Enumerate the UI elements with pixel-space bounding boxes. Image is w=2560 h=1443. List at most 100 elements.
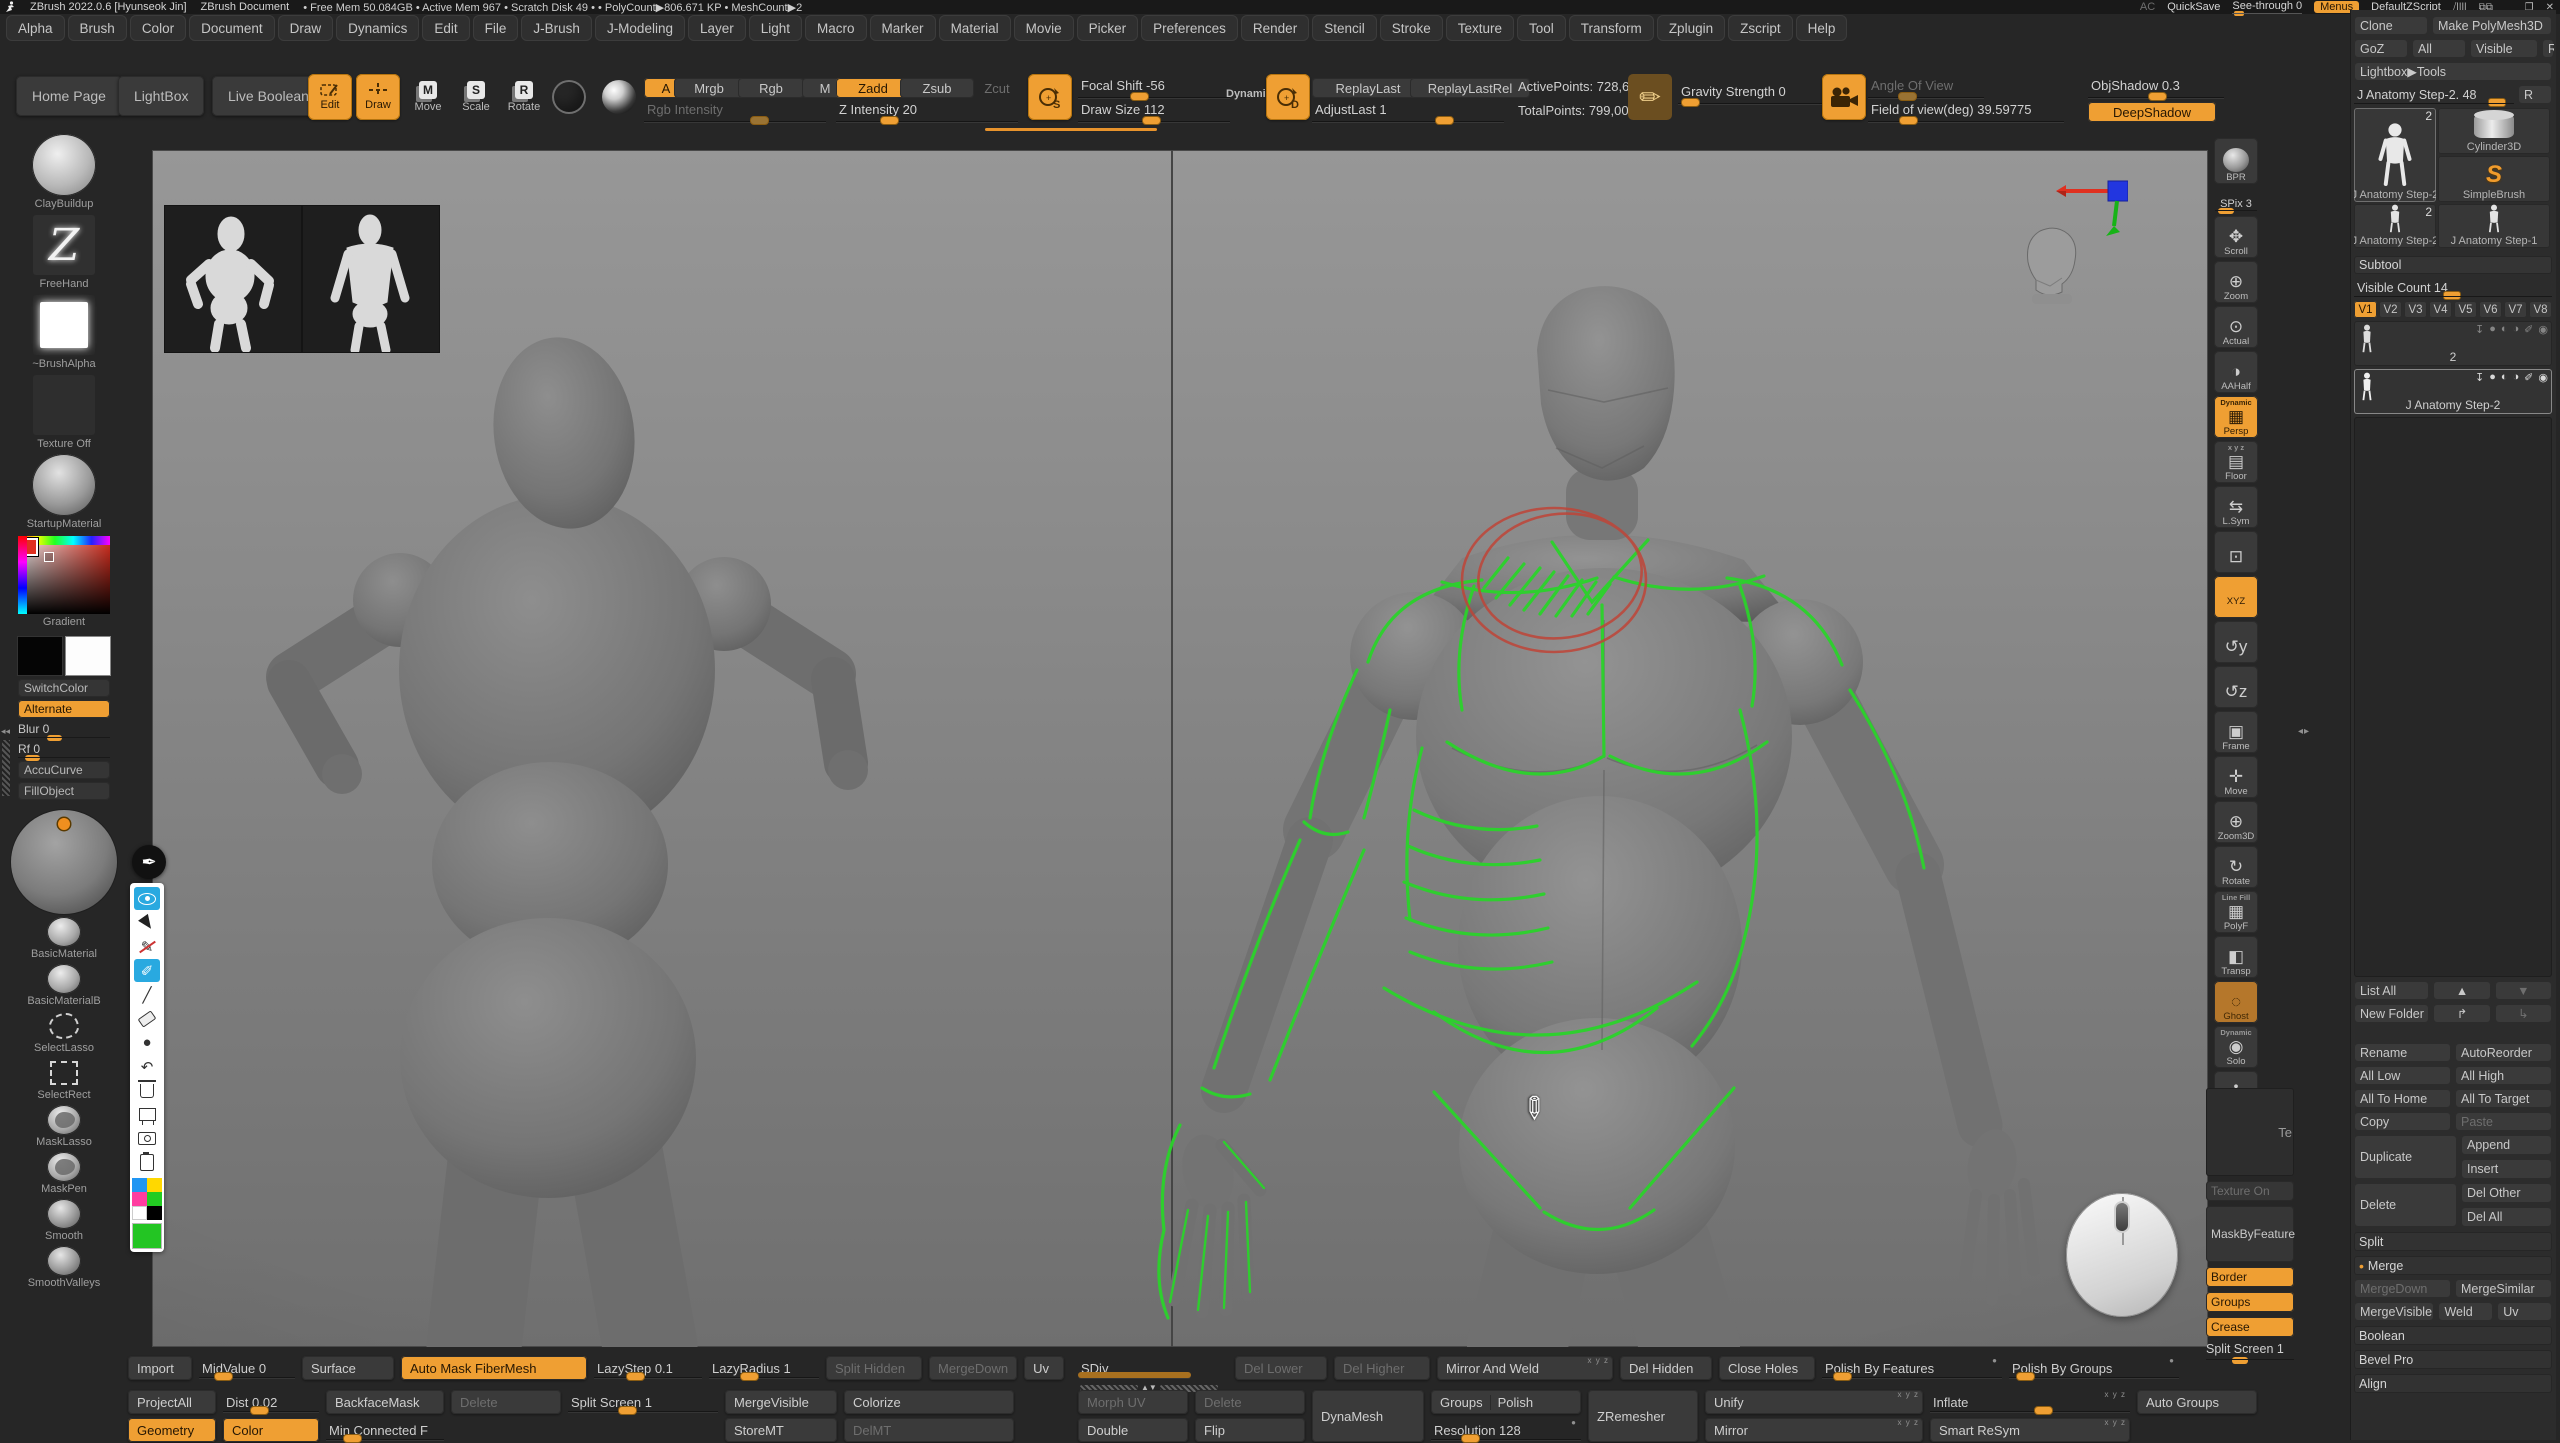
masklasso[interactable]: MaskLasso (27, 1105, 100, 1149)
move-up-button[interactable]: ▲ (2433, 981, 2490, 1000)
morph-uv[interactable]: Morph UV (1078, 1390, 1188, 1414)
item[interactable]: Color (130, 15, 186, 41)
half-shade[interactable]: ◑ (2513, 323, 2520, 336)
scroll[interactable]: ✥ Scroll (2214, 216, 2258, 258)
persp[interactable]: Dynamic ▦ Persp (2214, 396, 2258, 438)
delmt[interactable]: DelMT (844, 1418, 1014, 1442)
clone-button[interactable]: Clone (2354, 16, 2428, 35)
item[interactable]: Edit (422, 15, 469, 41)
colorize[interactable]: Colorize (844, 1390, 1014, 1414)
color-picker[interactable] (18, 536, 110, 614)
color-palette[interactable] (132, 1178, 162, 1220)
zcut-toggle[interactable]: Zcut (964, 78, 1030, 98)
mrgb-toggle[interactable]: Mrgb (674, 78, 744, 98)
polish-by-features[interactable]: Polish By Features● (1822, 1356, 2002, 1380)
item[interactable]: Help (1796, 15, 1848, 41)
zoom[interactable]: ⊕ Zoom (2214, 261, 2258, 303)
tool-thumb-simplebrush[interactable]: S SimpleBrush (2438, 156, 2550, 202)
rgb-intensity-slider[interactable]: Rgb Intensity (644, 102, 826, 122)
r2-button[interactable]: R (2518, 85, 2552, 104)
spix-3[interactable]: SPix 3 (2214, 187, 2258, 213)
geometry[interactable]: Geometry (128, 1418, 216, 1442)
crease-button[interactable]: Crease (2206, 1317, 2294, 1337)
eye[interactable] (134, 887, 160, 910)
aahalf[interactable]: ◑ AAHalf (2214, 351, 2258, 393)
flip[interactable]: Flip (1195, 1418, 1305, 1442)
focal-shift-slider[interactable]: Focal Shift -56 (1078, 78, 1230, 98)
subtool-item-1[interactable]: ↧●◐◑✐◉ 2 (2354, 321, 2552, 366)
storemt[interactable]: StoreMT (725, 1418, 837, 1442)
zremesher[interactable]: ZRemesher (1588, 1390, 1698, 1442)
polyf[interactable]: Line Fill ▦ PolyF (2214, 891, 2258, 933)
bpr[interactable]: BPR (2214, 138, 2258, 184)
item[interactable]: Brush (68, 15, 127, 41)
duplicate-button[interactable]: Duplicate (2354, 1135, 2457, 1179)
new-folder-button[interactable]: New Folder (2354, 1004, 2429, 1023)
eye[interactable]: ◉ (2538, 371, 2548, 384)
visible-count-slider[interactable]: Visible Count 14 (2354, 278, 2552, 297)
replay-last-button[interactable]: ReplayLast (1312, 78, 1424, 98)
item[interactable]: Light (749, 15, 802, 41)
main-color-swatch[interactable] (17, 636, 63, 676)
rotate-y[interactable]: ↺y (2214, 621, 2258, 663)
shaded[interactable]: ◐ (2501, 371, 2508, 384)
transp[interactable]: ◧ Transp (2214, 936, 2258, 978)
inflate[interactable]: Inflatex y z (1930, 1390, 2130, 1414)
fillobject-button[interactable]: FillObject (18, 782, 110, 800)
item[interactable]: Draw (278, 15, 334, 41)
tray-divider-arrows[interactable]: ◂▸ (2298, 726, 2310, 737)
item[interactable]: Marker (870, 15, 936, 41)
thumbnail-anatomy[interactable] (302, 205, 440, 353)
edit-button[interactable]: Edit (308, 74, 352, 120)
groups-button[interactable]: Groups (2206, 1292, 2294, 1312)
dynamic-draw-button[interactable]: +D (1266, 74, 1310, 120)
selectrect[interactable]: SelectRect (27, 1058, 100, 1102)
current-color-swatch[interactable] (132, 1223, 162, 1249)
min-connected-f[interactable]: Min Connected F (326, 1418, 444, 1442)
projectall[interactable]: ProjectAll (128, 1390, 216, 1414)
tray-scroll-indicator[interactable] (985, 128, 1157, 131)
unify[interactable]: Unifyx y z (1705, 1390, 1923, 1414)
rotate-z[interactable]: ↺z (2214, 666, 2258, 708)
dist-0-02[interactable]: Dist 0.02 (223, 1390, 319, 1414)
item[interactable]: Macro (805, 15, 867, 41)
list-all-button[interactable]: List All (2354, 981, 2429, 1000)
undo[interactable]: ↶ (134, 1055, 160, 1078)
line[interactable]: ╱ (134, 983, 160, 1006)
subtool-item-2[interactable]: ↧●◐◑✐◉ J Anatomy Step-2 (2354, 369, 2552, 414)
xyz[interactable]: XYZ (2214, 576, 2258, 618)
del-all-button[interactable]: Del All (2461, 1207, 2552, 1227)
gradient-label[interactable]: Gradient (43, 614, 85, 630)
palette-swatch[interactable] (147, 1192, 162, 1206)
item[interactable]: Zplugin (1657, 15, 1725, 41)
v6[interactable]: V6 (2479, 301, 2502, 318)
material-preview-icon[interactable] (602, 80, 636, 114)
backfacemask[interactable]: BackfaceMask (326, 1390, 444, 1414)
zadd-toggle[interactable]: Zadd (836, 78, 910, 98)
auto-groups[interactable]: Auto Groups (2137, 1390, 2257, 1414)
clipboard[interactable] (134, 1151, 160, 1174)
move-down-button[interactable]: ▼ (2495, 981, 2552, 1000)
all-to-target-button[interactable]: All To Target (2455, 1089, 2552, 1108)
copy-button[interactable]: Copy (2354, 1112, 2451, 1131)
item[interactable]: Zscript (1728, 15, 1793, 41)
v1[interactable]: V1 (2354, 301, 2377, 318)
rotate-button[interactable]: RRotate (502, 74, 546, 120)
texture-preview[interactable]: Te (2206, 1088, 2294, 1176)
quicksave-button[interactable]: QuickSave (2167, 1, 2220, 13)
startupmaterial[interactable]: StartupMaterial (27, 454, 102, 532)
split-screen-1[interactable]: Split Screen 1 (568, 1390, 718, 1414)
split-section[interactable]: Split (2354, 1232, 2552, 1251)
color[interactable]: Color (223, 1418, 319, 1442)
split-hidden[interactable]: Split Hidden (826, 1356, 922, 1380)
v8[interactable]: V8 (2529, 301, 2552, 318)
sdiv[interactable]: SDiv (1078, 1356, 1228, 1380)
rotate[interactable]: ↻ Rotate (2214, 846, 2258, 888)
draw-button[interactable]: Draw (356, 74, 400, 120)
import[interactable]: Import (128, 1356, 192, 1380)
tool-thumb-selected[interactable]: 2 J Anatomy Step-2 (2354, 108, 2436, 202)
stroke-picker-button[interactable]: +S (1028, 74, 1072, 120)
solo[interactable]: Dynamic ◉ Solo (2214, 1026, 2258, 1068)
alternate-button[interactable]: Alternate (18, 700, 110, 718)
thumbnail-mannequin[interactable] (164, 205, 302, 353)
